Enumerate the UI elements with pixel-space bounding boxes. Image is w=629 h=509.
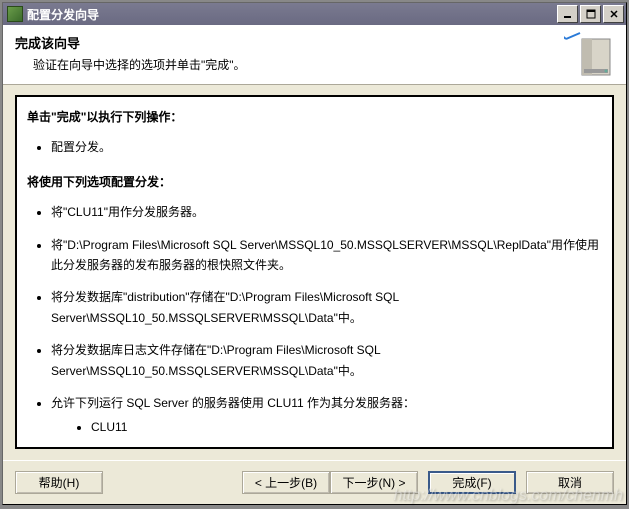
minimize-icon <box>563 9 573 19</box>
titlebar: 配置分发向导 <box>3 3 626 25</box>
maximize-icon <box>586 9 596 19</box>
summary-box: 单击"完成"以执行下列操作： 配置分发。 将使用下列选项配置分发： 将"CLU1… <box>15 95 614 449</box>
window-title: 配置分发向导 <box>27 6 555 23</box>
finish-button[interactable]: 完成(F) <box>428 471 516 494</box>
wizard-window: 配置分发向导 完成该向导 验证在向导中选择的选项并单击"完成"。 单击"完成 <box>2 2 627 505</box>
maximize-button[interactable] <box>580 5 601 23</box>
list-item-label: 允许下列运行 SQL Server 的服务器使用 CLU11 作为其分发服务器： <box>51 396 415 410</box>
intro-text: 单击"完成"以执行下列操作： <box>27 107 606 127</box>
list-item: 将"CLU11"用作分发服务器。 <box>51 202 606 222</box>
close-button[interactable] <box>603 5 624 23</box>
header-subtitle: 验证在向导中选择的选项并单击"完成"。 <box>33 56 614 73</box>
options-list: 将"CLU11"用作分发服务器。 将"D:\Program Files\Micr… <box>27 202 606 438</box>
header-graphic <box>564 31 614 79</box>
actions-list: 配置分发。 <box>27 137 606 157</box>
server-item: CLU11 <box>91 417 606 437</box>
header-title: 完成该向导 <box>15 33 614 52</box>
list-item: 配置分发。 <box>51 137 606 157</box>
button-bar: 帮助(H) < 上一步(B) 下一步(N) > 完成(F) 取消 <box>3 460 626 504</box>
close-icon <box>609 9 619 19</box>
cancel-button[interactable]: 取消 <box>526 471 614 494</box>
list-item: 允许下列运行 SQL Server 的服务器使用 CLU11 作为其分发服务器：… <box>51 393 606 438</box>
check-icon <box>566 33 580 39</box>
back-button[interactable]: < 上一步(B) <box>242 471 330 494</box>
options-heading: 将使用下列选项配置分发： <box>27 172 606 192</box>
servers-list: CLU11 <box>51 417 606 437</box>
list-item: 将分发数据库"distribution"存储在"D:\Program Files… <box>51 287 606 328</box>
list-item: 将"D:\Program Files\Microsoft SQL Server\… <box>51 235 606 276</box>
next-button[interactable]: 下一步(N) > <box>330 471 418 494</box>
minimize-button[interactable] <box>557 5 578 23</box>
help-button[interactable]: 帮助(H) <box>15 471 103 494</box>
content-area: 单击"完成"以执行下列操作： 配置分发。 将使用下列选项配置分发： 将"CLU1… <box>3 85 626 459</box>
wizard-header: 完成该向导 验证在向导中选择的选项并单击"完成"。 <box>3 25 626 85</box>
app-icon <box>7 6 23 22</box>
list-item: 将分发数据库日志文件存储在"D:\Program Files\Microsoft… <box>51 340 606 381</box>
